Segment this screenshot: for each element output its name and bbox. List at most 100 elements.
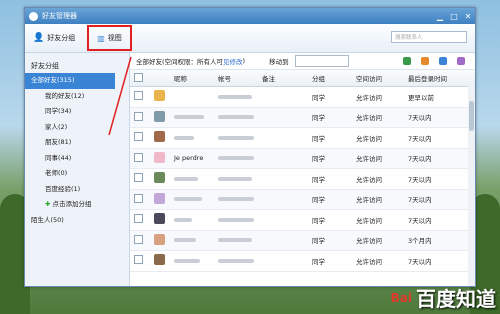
sidebar-item-baidu-jingyan[interactable]: 百度经验(1) <box>25 182 129 198</box>
account-redacted <box>218 217 254 222</box>
row-last-login: 7天以内 <box>408 196 432 205</box>
nickname-redacted <box>174 238 196 243</box>
row-group: 同学 <box>312 134 325 143</box>
row-space-access: 允许访问 <box>356 216 382 225</box>
account-redacted <box>218 258 254 263</box>
account-redacted <box>218 176 252 181</box>
table-row[interactable]: 同学 允许访问 7天以内 <box>130 189 475 210</box>
row-group: 同学 <box>312 196 325 205</box>
row-space-access: 允许访问 <box>356 196 382 205</box>
row-last-login: 7天以内 <box>408 216 432 225</box>
col-nickname[interactable]: 昵称 <box>170 73 214 83</box>
minimize-icon[interactable]: ▁ <box>433 9 447 23</box>
scrollbar-thumb[interactable] <box>469 101 474 131</box>
sidebar-item-all[interactable]: 全部好友(315) <box>25 73 115 89</box>
row-last-login: 7天以内 <box>408 155 432 164</box>
account-redacted <box>218 238 252 243</box>
row-space-access: 允许访问 <box>356 134 382 143</box>
permission-suffix: ) <box>242 57 246 65</box>
account-redacted <box>218 156 254 161</box>
row-last-login: 7天以内 <box>408 175 432 184</box>
user-icon: 👤 <box>33 33 45 43</box>
table-row[interactable]: 同学 允许访问 7天以内 <box>130 128 475 149</box>
title-bar: 好友管理器 ▁ □ ✕ <box>25 8 475 24</box>
friend-table-body: 同学 允许访问 更早以前 同学 允许访问 7天以内 同学 允许访问 7天以内 J… <box>130 87 475 272</box>
table-header: 昵称 帐号 备注 分组 空间访问 最后登录时间 <box>130 70 475 87</box>
row-group: 同学 <box>312 216 325 225</box>
move-to-label: 移动到 <box>269 58 289 66</box>
row-checkbox[interactable] <box>134 173 143 183</box>
nickname-redacted <box>174 115 204 120</box>
nickname-redacted <box>174 258 200 263</box>
row-group: 同学 <box>312 93 325 102</box>
export-icon[interactable] <box>403 57 411 65</box>
row-group: 同学 <box>312 237 325 246</box>
table-row[interactable]: 同学 允许访问 7天以内 <box>130 169 475 190</box>
nickname-redacted <box>174 217 192 222</box>
plus-icon: ✚ <box>45 200 51 208</box>
nickname-redacted <box>174 135 194 140</box>
row-group: 同学 <box>312 257 325 266</box>
annotation-arrow <box>108 56 132 136</box>
row-checkbox[interactable] <box>134 193 143 203</box>
avatar <box>154 131 165 143</box>
table-row[interactable]: 同学 允许访问 更早以前 <box>130 87 475 108</box>
row-space-access: 允许访问 <box>356 93 382 102</box>
row-space-access: 允许访问 <box>356 257 382 266</box>
users-icon[interactable] <box>421 57 429 65</box>
group-button-label: 好友分组 <box>47 34 76 42</box>
window-title: 好友管理器 <box>42 12 77 20</box>
add-group-button[interactable]: ✚ 点击添加分组 <box>25 197 129 213</box>
avatar <box>154 192 165 204</box>
col-group[interactable]: 分组 <box>308 73 352 83</box>
row-checkbox[interactable] <box>134 255 143 265</box>
avatar <box>154 90 165 102</box>
col-space-access[interactable]: 空间访问 <box>352 73 404 83</box>
col-account[interactable]: 帐号 <box>214 73 258 83</box>
avatar <box>154 213 165 225</box>
permission-link[interactable]: 见修改 <box>223 56 243 66</box>
sidebar-item-teachers[interactable]: 老师(0) <box>25 166 129 182</box>
account-redacted <box>218 135 254 140</box>
row-space-access: 允许访问 <box>356 175 382 184</box>
row-space-access: 允许访问 <box>356 114 382 123</box>
row-space-access: 允许访问 <box>356 155 382 164</box>
list-top-bar: 全部好友(空间权限：所有人可 见修改) 移动到 <box>130 53 475 70</box>
col-note[interactable]: 备注 <box>258 73 308 83</box>
watermark-cn: 百度知道 <box>416 287 496 311</box>
view-button[interactable]: ▥ 视图 <box>87 25 132 51</box>
move-to-dropdown[interactable] <box>294 55 349 67</box>
permission-prefix: 全部好友(空间权限：所有人可 <box>136 58 224 66</box>
account-redacted <box>218 94 252 99</box>
app-icon <box>29 11 38 21</box>
row-space-access: 允许访问 <box>356 237 382 246</box>
table-row[interactable]: 同学 允许访问 7天以内 <box>130 251 475 272</box>
row-group: 同学 <box>312 114 325 123</box>
row-checkbox[interactable] <box>134 234 143 244</box>
settings-icon[interactable] <box>457 57 465 65</box>
account-redacted <box>218 115 254 120</box>
close-icon[interactable]: ✕ <box>461 9 475 23</box>
toolbar: 👤 好友分组 ▥ 视图 搜索联系人 <box>25 24 475 53</box>
table-row[interactable]: 同学 允许访问 7天以内 <box>130 210 475 231</box>
row-last-login: 7天以内 <box>408 114 432 123</box>
group-button[interactable]: 👤 好友分组 <box>25 27 83 49</box>
sidebar-item-strangers[interactable]: 陌生人(50) <box>25 213 129 229</box>
friend-list-panel: 全部好友(空间权限：所有人可见修改) 移动到 昵称 帐号 备注 分组 空间访问 <box>130 53 475 286</box>
nickname-redacted <box>174 197 202 202</box>
sidebar-item-colleagues[interactable]: 同事(44) <box>25 151 129 167</box>
table-row[interactable]: 同学 允许访问 7天以内 <box>130 107 475 128</box>
maximize-icon[interactable]: □ <box>447 9 461 23</box>
row-checkbox[interactable] <box>134 214 143 224</box>
view-icon: ▥ <box>97 33 105 43</box>
friend-manager-window: 好友管理器 ▁ □ ✕ 👤 好友分组 ▥ 视图 搜索联系人 好友分组 全部好友(… <box>24 7 476 287</box>
table-row[interactable]: 同学 允许访问 3个月内 <box>130 230 475 251</box>
row-checkbox[interactable] <box>134 152 143 162</box>
row-last-login: 7天以内 <box>408 257 432 266</box>
add-user-icon[interactable] <box>439 57 447 65</box>
search-input[interactable]: 搜索联系人 <box>391 31 467 43</box>
view-button-label: 视图 <box>107 34 122 42</box>
col-last-login[interactable]: 最后登录时间 <box>404 73 464 83</box>
baidu-watermark: Bai 百度知道 <box>391 283 496 312</box>
table-row[interactable]: Je perdre 同学 允许访问 7天以内 <box>130 148 475 169</box>
